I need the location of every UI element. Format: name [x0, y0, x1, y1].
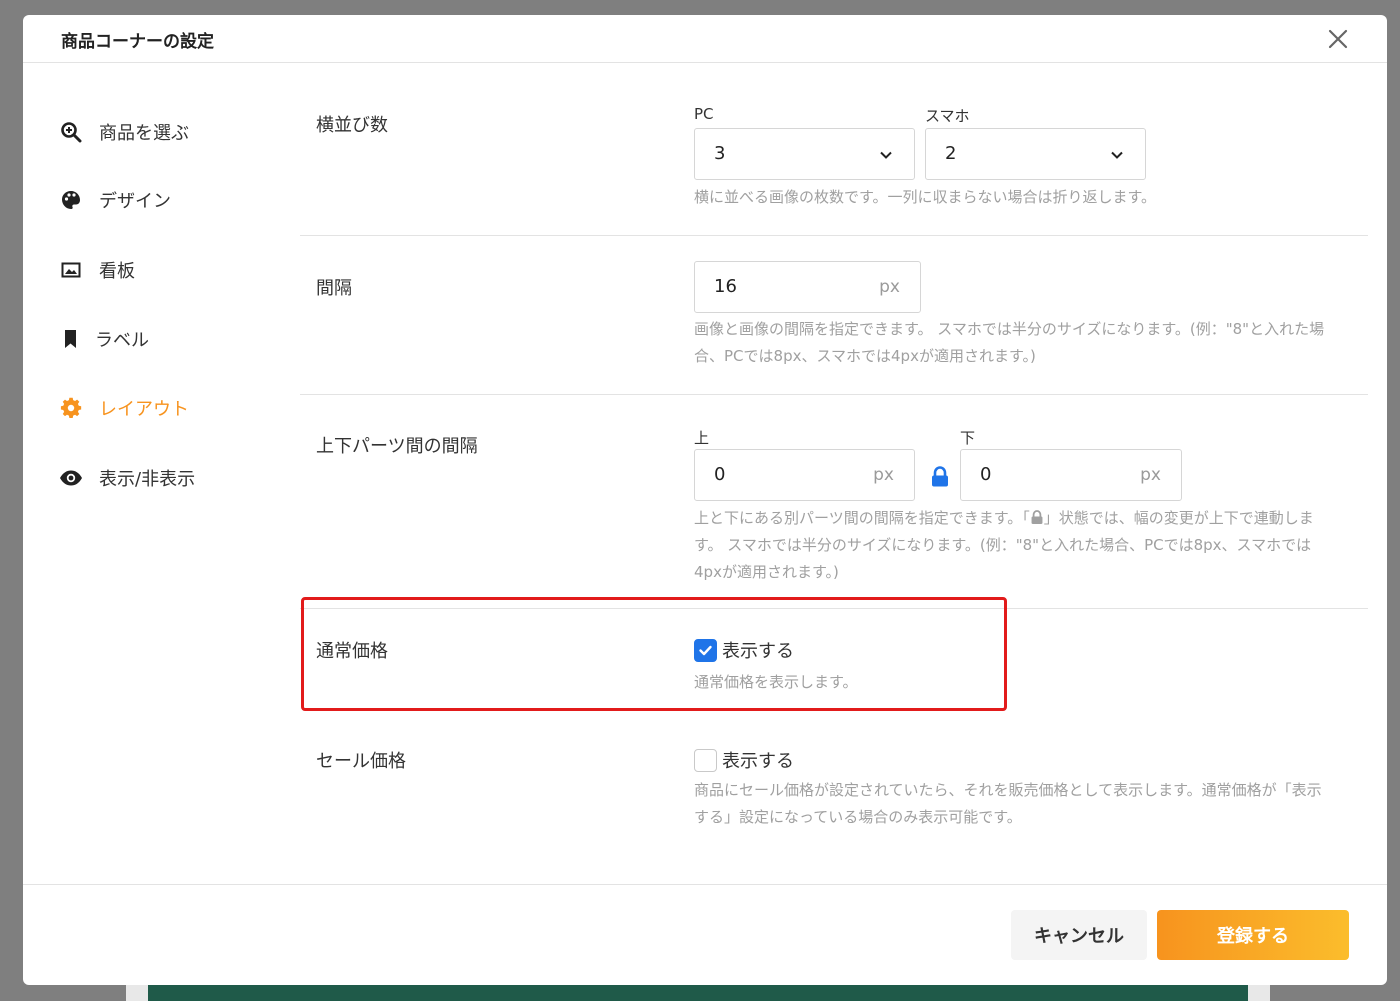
- sidebar-item-label-settings[interactable]: ラベル: [59, 324, 149, 354]
- sale-price-toggle[interactable]: 表示する: [694, 747, 794, 773]
- divider: [300, 235, 1368, 236]
- columns-help: 横に並べる画像の枚数です。一列に収まらない場合は折り返します。: [694, 188, 1157, 206]
- divider: [300, 608, 1368, 609]
- sidebar-item-select-products[interactable]: 商品を選ぶ: [59, 117, 189, 147]
- top-label: 上: [694, 429, 710, 447]
- sidebar-item-label: レイアウト: [99, 399, 189, 420]
- gap-help-line: 合、PCでは8px、スマホでは4pxが適用されます。): [694, 347, 1036, 365]
- part-gap-help: 上と下にある別パーツ間の間隔を指定できます。「 」状態では、幅の変更が上下で連動し…: [694, 505, 1384, 586]
- bottom-label: 下: [960, 429, 976, 447]
- chevron-down-icon: [1111, 151, 1123, 159]
- gap-input[interactable]: 16 px: [694, 261, 921, 313]
- sp-label: スマホ: [925, 107, 970, 125]
- top-gap-value: 0: [714, 464, 726, 485]
- sp-columns-select[interactable]: 2: [925, 128, 1146, 180]
- sale-price-help-line: する」設定になっている場合のみ表示可能です。: [694, 808, 1022, 826]
- bookmark-icon: [59, 327, 83, 351]
- sale-price-help-line: 商品にセール価格が設定されていたら、それを販売価格として表示します。通常価格が「…: [694, 781, 1322, 799]
- regular-price-toggle[interactable]: 表示する: [694, 637, 794, 663]
- bottom-gap-input[interactable]: 0 px: [960, 449, 1182, 501]
- sale-price-checkbox[interactable]: [694, 748, 717, 772]
- cancel-button[interactable]: キャンセル: [1011, 910, 1147, 960]
- sale-price-checkbox-label: 表示する: [722, 751, 794, 772]
- part-gap-label: 上下パーツ間の間隔: [316, 436, 478, 457]
- divider: [300, 394, 1368, 395]
- sidebar: 商品を選ぶ デザイン 看板 ラベル レイアウト 表示/非表示: [23, 64, 300, 884]
- close-icon: [1328, 29, 1348, 49]
- gap-help: 画像と画像の間隔を指定できます。 スマホでは半分のサイズになります。(例："8"…: [694, 316, 1384, 370]
- modal-footer: キャンセル 登録する: [23, 884, 1387, 985]
- bottom-gap-unit: px: [1140, 465, 1161, 485]
- gap-value: 16: [714, 276, 737, 297]
- bottom-gap-value: 0: [980, 464, 992, 485]
- gap-help-line: 画像と画像の間隔を指定できます。 スマホでは半分のサイズになります。(例："8"…: [694, 320, 1325, 338]
- modal-header: 商品コーナーの設定: [23, 15, 1387, 63]
- pc-label: PC: [694, 105, 714, 123]
- part-gap-help-line: す。 スマホでは半分のサイズになります。(例："8"と入れた場合、PCでは8px…: [694, 536, 1312, 554]
- sidebar-item-label: 表示/非表示: [99, 469, 196, 490]
- gear-icon: [59, 396, 83, 420]
- eye-icon: [59, 466, 83, 490]
- regular-price-help: 通常価格を表示します。: [694, 673, 858, 691]
- regular-price-checkbox-label: 表示する: [722, 641, 794, 662]
- image-icon: [59, 258, 83, 282]
- sidebar-item-signboard[interactable]: 看板: [59, 255, 135, 285]
- top-gap-input[interactable]: 0 px: [694, 449, 915, 501]
- sidebar-item-design[interactable]: デザイン: [59, 185, 171, 215]
- palette-icon: [59, 188, 83, 212]
- sale-price-help: 商品にセール価格が設定されていたら、それを販売価格として表示します。通常価格が「…: [694, 777, 1384, 831]
- regular-price-checkbox[interactable]: [694, 638, 717, 662]
- settings-content: 横並び数 PC スマホ 3 2 横に並べる画像の枚数です。一列に収まらない場合は…: [300, 64, 1368, 884]
- regular-price-label: 通常価格: [316, 641, 388, 662]
- lock-icon: [1031, 510, 1043, 524]
- gap-label: 間隔: [316, 278, 352, 299]
- pc-columns-select[interactable]: 3: [694, 128, 915, 180]
- chevron-down-icon: [880, 151, 892, 159]
- part-gap-help-line: 4pxが適用されます。): [694, 563, 839, 581]
- part-gap-help-line: 上と下にある別パーツ間の間隔を指定できます。「 」状態では、幅の変更が上下で連動し…: [694, 505, 1384, 532]
- sidebar-item-label: デザイン: [99, 191, 171, 212]
- top-gap-unit: px: [873, 465, 894, 485]
- modal-title: 商品コーナーの設定: [61, 32, 214, 52]
- sidebar-item-layout[interactable]: レイアウト: [59, 393, 189, 423]
- sidebar-item-visibility[interactable]: 表示/非表示: [59, 463, 195, 493]
- sale-price-label: セール価格: [316, 751, 406, 772]
- gap-unit: px: [879, 277, 900, 297]
- columns-label: 横並び数: [316, 115, 388, 136]
- help-text: 上と下にある別パーツ間の間隔を指定できます。「: [694, 509, 1030, 527]
- sp-columns-value: 2: [945, 143, 957, 164]
- lock-icon[interactable]: [930, 466, 950, 488]
- help-text: 」状態では、幅の変更が上下で連動しま: [1043, 509, 1314, 527]
- submit-button[interactable]: 登録する: [1157, 910, 1349, 960]
- sidebar-item-label: ラベル: [95, 330, 149, 351]
- checkmark-icon: [699, 645, 712, 655]
- sidebar-item-label: 商品を選ぶ: [99, 123, 189, 144]
- pc-columns-value: 3: [714, 143, 726, 164]
- zoom-in-icon: [59, 120, 83, 144]
- sidebar-item-label: 看板: [99, 261, 135, 282]
- close-button[interactable]: [1325, 26, 1351, 52]
- settings-modal: 商品コーナーの設定 商品を選ぶ デザイン 看板 ラベル レイアウト 表示/非表示…: [23, 15, 1387, 985]
